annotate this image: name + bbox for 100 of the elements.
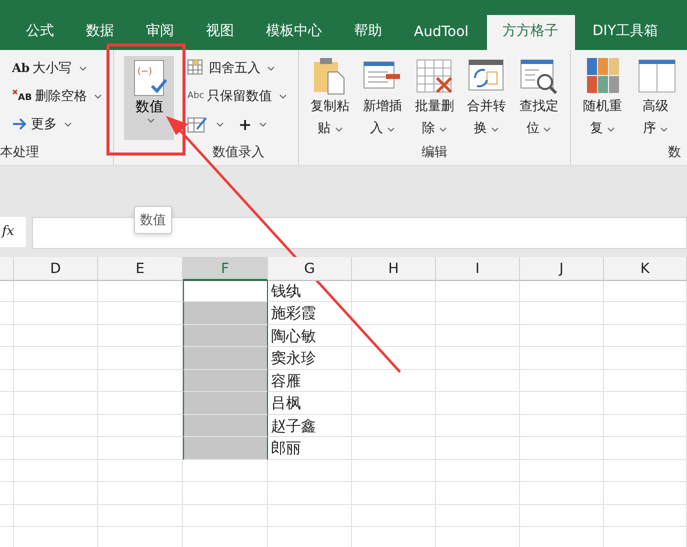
empty-cell[interactable] xyxy=(0,504,14,527)
empty-cell[interactable] xyxy=(98,460,183,482)
column-header[interactable]: G xyxy=(268,257,352,281)
empty-cell[interactable] xyxy=(14,302,98,324)
empty-cell[interactable] xyxy=(98,504,183,527)
empty-cell[interactable] xyxy=(352,392,436,414)
empty-cell[interactable] xyxy=(604,347,687,370)
empty-cell[interactable] xyxy=(0,347,14,370)
empty-cell[interactable] xyxy=(0,437,14,460)
empty-cell[interactable] xyxy=(0,414,14,437)
empty-cell[interactable] xyxy=(0,460,14,482)
empty-cell[interactable] xyxy=(520,280,604,302)
selected-cell[interactable] xyxy=(183,302,268,324)
empty-cell[interactable] xyxy=(14,324,98,347)
ribbon-button[interactable]: Ab 大小写 xyxy=(10,56,104,80)
empty-cell[interactable] xyxy=(352,504,436,527)
empty-cell[interactable] xyxy=(0,324,14,347)
empty-cell[interactable] xyxy=(352,324,436,347)
empty-cell[interactable] xyxy=(0,370,14,392)
empty-cell[interactable] xyxy=(436,347,520,370)
empty-cell[interactable] xyxy=(436,437,520,460)
empty-cell[interactable] xyxy=(14,482,98,504)
empty-cell[interactable] xyxy=(14,437,98,460)
selected-cell[interactable] xyxy=(183,280,268,302)
ribbon-tab[interactable]: 审阅 xyxy=(132,15,188,50)
ribbon-button[interactable]: 批量删 除 xyxy=(409,56,460,143)
empty-cell[interactable] xyxy=(520,460,604,482)
empty-cell[interactable] xyxy=(0,392,14,414)
selected-cell[interactable] xyxy=(183,437,268,460)
empty-cell[interactable] xyxy=(520,482,604,504)
empty-cell[interactable] xyxy=(352,347,436,370)
empty-cell[interactable] xyxy=(14,370,98,392)
empty-cell[interactable] xyxy=(604,392,687,414)
column-header[interactable]: I xyxy=(436,257,520,281)
plus-button[interactable]: + xyxy=(236,112,269,136)
column-header[interactable]: D xyxy=(14,257,98,281)
empty-cell[interactable] xyxy=(436,460,520,482)
column-header[interactable]: J xyxy=(520,257,604,281)
empty-cell[interactable] xyxy=(520,414,604,437)
selected-cell[interactable] xyxy=(183,347,268,370)
empty-cell[interactable] xyxy=(352,460,436,482)
empty-cell[interactable] xyxy=(436,392,520,414)
empty-cell[interactable] xyxy=(352,370,436,392)
empty-cell[interactable] xyxy=(604,414,687,437)
empty-cell[interactable] xyxy=(520,370,604,392)
empty-cell[interactable] xyxy=(14,347,98,370)
empty-cell[interactable] xyxy=(268,504,352,527)
empty-cell[interactable] xyxy=(436,504,520,527)
column-header[interactable]: E xyxy=(98,257,183,281)
empty-cell[interactable] xyxy=(436,280,520,302)
selected-cell[interactable] xyxy=(183,414,268,437)
empty-cell[interactable] xyxy=(604,324,687,347)
empty-cell[interactable] xyxy=(604,482,687,504)
empty-cell[interactable] xyxy=(604,370,687,392)
empty-cell[interactable] xyxy=(183,504,268,527)
ribbon-button[interactable]: 四舍五入 xyxy=(185,56,290,80)
empty-cell[interactable] xyxy=(352,482,436,504)
ribbon-button[interactable]: 复制粘 贴 xyxy=(305,56,356,143)
ribbon-button[interactable]: 查找定 位 xyxy=(514,56,564,143)
numeric-button[interactable]: (−) 数值 xyxy=(124,56,174,140)
empty-cell[interactable] xyxy=(14,414,98,437)
empty-cell[interactable] xyxy=(436,482,520,504)
empty-cell[interactable] xyxy=(268,460,352,482)
empty-cell[interactable] xyxy=(98,482,183,504)
column-header[interactable]: H xyxy=(352,257,436,281)
empty-cell[interactable] xyxy=(352,437,436,460)
ribbon-button[interactable]: 新增插 入 xyxy=(357,56,408,143)
empty-cell[interactable] xyxy=(352,280,436,302)
selected-cell[interactable] xyxy=(183,370,268,392)
ribbon-tab[interactable]: 模板中心 xyxy=(252,15,336,50)
ribbon-button[interactable]: 更多 xyxy=(10,112,104,136)
empty-cell[interactable] xyxy=(14,392,98,414)
ribbon-button[interactable]: Abc 只保留数值 xyxy=(185,84,290,108)
empty-cell[interactable] xyxy=(0,302,14,324)
empty-cell[interactable] xyxy=(14,504,98,527)
empty-cell[interactable] xyxy=(14,280,98,302)
empty-cell[interactable] xyxy=(352,302,436,324)
empty-cell[interactable] xyxy=(14,460,98,482)
column-header[interactable]: K xyxy=(604,257,687,281)
selected-cell[interactable] xyxy=(183,324,268,347)
empty-cell[interactable] xyxy=(436,302,520,324)
ribbon-tab[interactable]: 公式 xyxy=(12,15,68,50)
selected-cell[interactable] xyxy=(183,392,268,414)
ribbon-tab[interactable]: 方方格子 xyxy=(486,15,575,50)
empty-cell[interactable] xyxy=(520,347,604,370)
empty-cell[interactable] xyxy=(520,504,604,527)
empty-cell[interactable] xyxy=(604,504,687,527)
empty-cell[interactable] xyxy=(520,437,604,460)
empty-cell[interactable] xyxy=(436,414,520,437)
ribbon-button[interactable]: 合并转 换 xyxy=(462,56,512,143)
empty-cell[interactable] xyxy=(604,280,687,302)
empty-cell[interactable] xyxy=(520,324,604,347)
ribbon-tab[interactable]: 帮助 xyxy=(340,15,396,50)
ribbon-tab[interactable]: 数据 xyxy=(72,15,128,50)
empty-cell[interactable] xyxy=(436,370,520,392)
empty-cell[interactable] xyxy=(183,460,268,482)
ribbon-tab[interactable]: 视图 xyxy=(192,15,248,50)
ribbon-button[interactable]: AB 删除空格 xyxy=(10,84,104,108)
empty-cell[interactable] xyxy=(436,324,520,347)
empty-cell[interactable] xyxy=(604,437,687,460)
